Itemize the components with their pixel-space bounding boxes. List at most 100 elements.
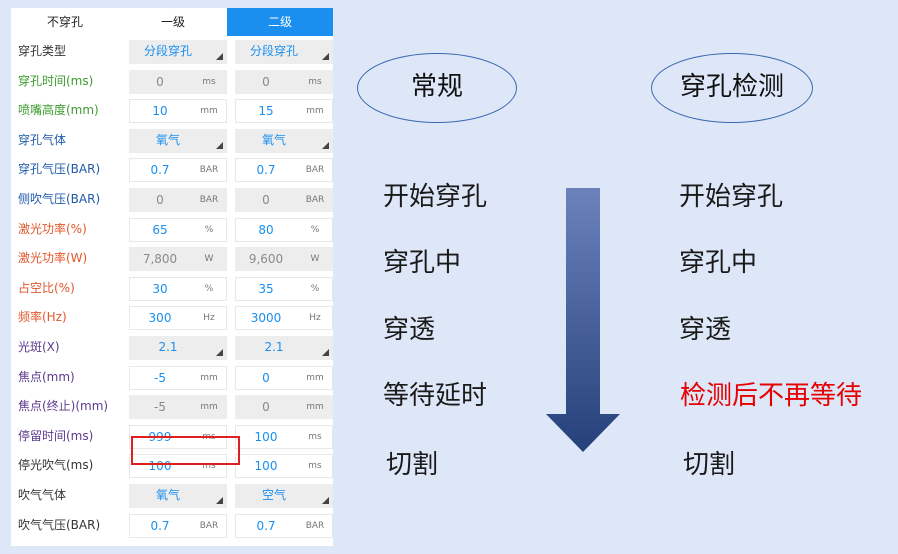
param-row: 占空比(%) 30% 35% xyxy=(11,273,333,303)
tab-no-pierce[interactable]: 不穿孔 xyxy=(11,8,119,36)
param-label: 频率(Hz) xyxy=(18,310,67,325)
level2-input: 0 mm xyxy=(235,395,333,420)
input-value: 0 xyxy=(262,370,270,385)
level2-input[interactable]: 35% xyxy=(235,276,333,301)
param-row: 激光功率(W) 7,800 W 9,600 W xyxy=(11,243,333,273)
right-step-4: 检测后不再等待 xyxy=(680,381,863,411)
input-value: 35 xyxy=(258,281,274,296)
unit-label: % xyxy=(204,224,214,235)
param-label: 焦点(终止)(mm) xyxy=(18,399,109,414)
level1-input[interactable]: 30% xyxy=(129,276,227,301)
level2-input[interactable]: 80% xyxy=(235,217,333,242)
input-value: 0.7 xyxy=(150,518,170,533)
level2-input[interactable]: 0 mm xyxy=(235,365,333,390)
unit-label: % xyxy=(310,224,320,235)
param-label: 停留时间(ms) xyxy=(18,428,94,443)
param-row: 侧吹气压(BAR) 0 BAR 0 BAR xyxy=(11,184,333,214)
input-value: 65 xyxy=(152,222,168,237)
unit-label: mm xyxy=(200,106,218,117)
dropdown-corner-icon xyxy=(216,141,223,149)
level2-input[interactable]: 0.7 BAR xyxy=(235,158,333,183)
level2-select[interactable]: 2.1 xyxy=(235,336,333,360)
unit-label: mm xyxy=(306,106,324,117)
input-value: 7,800 xyxy=(142,252,178,267)
input-value: 0 xyxy=(262,74,270,89)
level1-select[interactable]: 氧气 xyxy=(129,128,227,153)
input-value: 100 xyxy=(148,459,172,474)
unit-label: BAR xyxy=(199,165,219,176)
dropdown-corner-icon xyxy=(322,141,329,149)
input-value: 999 xyxy=(148,429,172,444)
right-step-2: 穿孔中 xyxy=(679,248,758,278)
level2-input[interactable]: 15 mm xyxy=(235,99,333,124)
dropdown-corner-icon xyxy=(322,349,329,356)
left-step-3: 穿透 xyxy=(383,315,436,345)
param-label: 激光功率(%) xyxy=(18,221,87,236)
right-step-1: 开始穿孔 xyxy=(679,182,784,212)
level2-select[interactable]: 空气 xyxy=(235,484,333,508)
param-label: 焦点(mm) xyxy=(18,369,75,384)
level2-select[interactable]: 氧气 xyxy=(235,128,333,153)
level-tabs: 不穿孔 一级 二级 xyxy=(11,8,333,36)
level2-input[interactable]: 3000 Hz xyxy=(235,306,333,331)
level2-input[interactable]: 100 ms xyxy=(235,424,333,449)
left-step-4: 等待延时 xyxy=(383,381,488,411)
unit-label: mm xyxy=(200,402,218,413)
input-value: 9,600 xyxy=(248,252,284,267)
input-value: 10 xyxy=(152,104,168,119)
level1-input[interactable]: 65% xyxy=(129,217,227,242)
unit-label: BAR xyxy=(305,165,325,176)
input-value: 0 xyxy=(262,193,270,207)
level1-select[interactable]: 氧气 xyxy=(129,484,227,508)
select-value: 2.1 xyxy=(264,340,284,354)
unit-label: BAR xyxy=(305,195,325,205)
level2-select[interactable]: 分段穿孔 xyxy=(235,40,333,64)
pierce-detect-oval: 穿孔检测 xyxy=(651,53,813,123)
unit-label: ms xyxy=(202,431,216,442)
input-value: 0.7 xyxy=(256,163,276,178)
settings-panel: 不穿孔 一级 二级 穿孔类型 分段穿孔 分段穿孔 穿孔时间(ms) 0 ms 0 ms 喷嘴高度… xyxy=(11,8,333,546)
level1-input[interactable]: 300 Hz xyxy=(129,306,227,331)
param-label: 激光功率(W) xyxy=(18,251,88,266)
input-value: 0 xyxy=(156,193,164,207)
unit-label: mm xyxy=(306,372,324,383)
select-value: 2.1 xyxy=(158,340,178,354)
param-label: 喷嘴高度(mm) xyxy=(18,103,99,118)
tab-level-2[interactable]: 二级 xyxy=(227,8,333,36)
right-step-5: 切割 xyxy=(683,450,736,480)
level1-input[interactable]: 0.7 BAR xyxy=(129,513,227,538)
param-row: 停光吹气(ms) 100 ms 100 ms xyxy=(11,450,333,480)
level1-input[interactable]: 999 ms xyxy=(129,424,227,449)
down-arrow-icon xyxy=(546,188,620,452)
dropdown-corner-icon xyxy=(216,349,223,356)
select-value: 氧气 xyxy=(155,132,180,147)
unit-label: % xyxy=(310,283,320,294)
select-value: 氧气 xyxy=(261,132,286,147)
tab-level-1[interactable]: 一级 xyxy=(119,8,227,36)
unit-label: BAR xyxy=(199,520,219,531)
param-row: 停留时间(ms) 999 ms 100 ms xyxy=(11,421,333,451)
param-label: 吹气气压(BAR) xyxy=(18,517,101,532)
level1-input: 0 BAR xyxy=(129,188,227,212)
left-step-5: 切割 xyxy=(386,450,439,480)
dropdown-corner-icon xyxy=(322,497,329,504)
input-value: 100 xyxy=(254,459,278,474)
level1-input[interactable]: 10 mm xyxy=(129,99,227,124)
param-row: 激光功率(%) 65% 80% xyxy=(11,214,333,244)
input-value: 0.7 xyxy=(150,163,170,178)
level1-input[interactable]: 100 ms xyxy=(129,454,227,479)
level1-select[interactable]: 分段穿孔 xyxy=(129,40,227,64)
level1-input[interactable]: -5 mm xyxy=(129,365,227,390)
unit-label: ms xyxy=(308,461,322,472)
level1-select[interactable]: 2.1 xyxy=(129,336,227,360)
select-value: 分段穿孔 xyxy=(249,44,298,58)
param-row: 吹气气压(BAR) 0.7 BAR 0.7 BAR xyxy=(11,510,333,540)
level2-input[interactable]: 0.7 BAR xyxy=(235,513,333,538)
input-value: 300 xyxy=(148,311,172,326)
level2-input[interactable]: 100 ms xyxy=(235,454,333,479)
unit-label: W xyxy=(310,254,320,265)
param-row: 穿孔气压(BAR) 0.7 BAR 0.7 BAR xyxy=(11,154,333,184)
unit-label: ms xyxy=(202,461,216,472)
param-label: 侧吹气压(BAR) xyxy=(18,192,101,206)
level1-input[interactable]: 0.7 BAR xyxy=(129,158,227,183)
